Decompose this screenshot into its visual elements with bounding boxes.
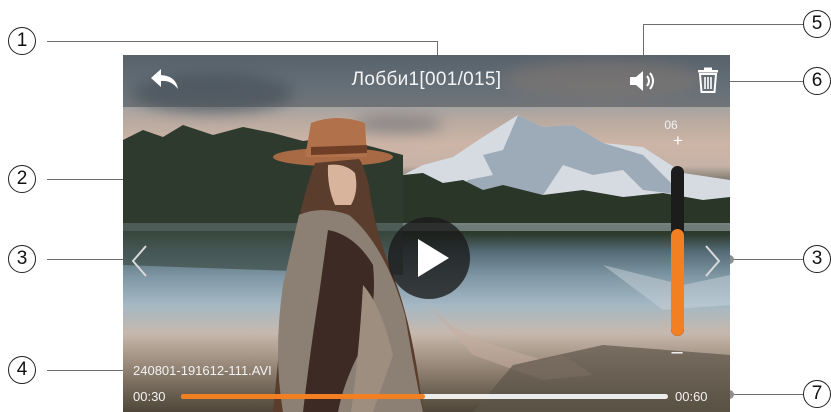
- callout-leader-1: [47, 41, 437, 42]
- callout-3-right: 3: [803, 245, 831, 273]
- callout-7: 7: [803, 380, 831, 408]
- total-time: 00:60: [675, 389, 708, 404]
- volume-level-label: 06: [664, 118, 678, 132]
- callout-leader-5: [643, 24, 804, 25]
- speaker-icon[interactable]: [628, 68, 658, 94]
- play-button[interactable]: [388, 217, 470, 299]
- current-time: 00:30: [133, 389, 166, 404]
- callout-leader-3-right: [729, 259, 804, 260]
- chevron-left-icon[interactable]: [129, 243, 151, 279]
- volume-down-button[interactable]: –: [665, 341, 689, 363]
- play-icon: [418, 239, 449, 277]
- callout-2: 2: [8, 165, 36, 193]
- callout-5: 5: [803, 10, 831, 38]
- progress-bar[interactable]: [181, 394, 668, 399]
- volume-slider[interactable]: [671, 166, 684, 336]
- video-player-screen: Лобби1[001/015] 06 + – 240801-191612-111…: [123, 55, 730, 412]
- callout-leader-4: [47, 370, 132, 371]
- volume-slider-fill: [671, 228, 684, 336]
- callout-1: 1: [8, 27, 36, 55]
- callout-6: 6: [803, 67, 831, 95]
- callout-3-left: 3: [8, 245, 36, 273]
- callout-4: 4: [8, 356, 36, 384]
- volume-up-button[interactable]: +: [664, 131, 692, 151]
- chevron-right-icon[interactable]: [701, 243, 723, 279]
- callout-leader-6: [724, 81, 804, 82]
- trash-icon[interactable]: [697, 67, 719, 93]
- callout-leader-7: [729, 394, 804, 395]
- progress-bar-fill: [181, 394, 425, 399]
- callout-leader-3-left: [47, 259, 131, 260]
- file-name: 240801-191612-111.AVI: [133, 363, 272, 378]
